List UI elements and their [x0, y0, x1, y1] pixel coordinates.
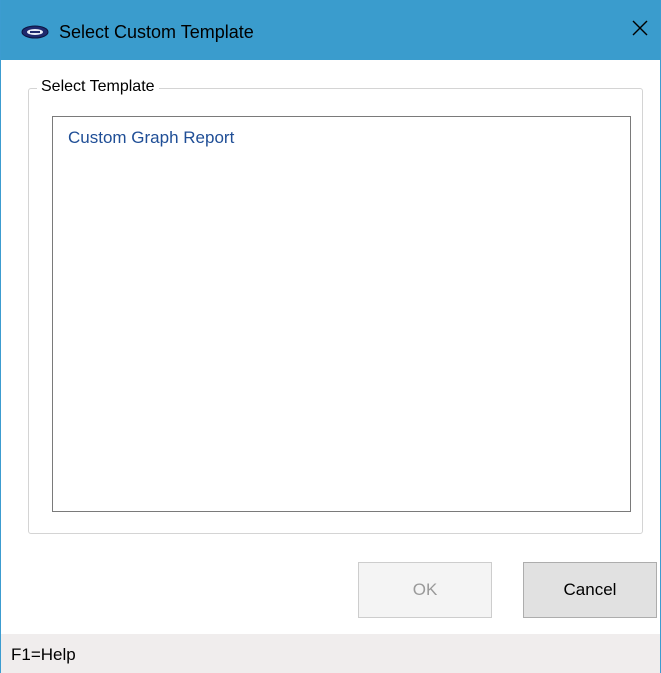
- group-legend: Select Template: [37, 76, 159, 98]
- title-bar[interactable]: Select Custom Template: [1, 0, 660, 60]
- dialog-window: Select Custom Template Select Template C…: [0, 0, 661, 673]
- ok-button[interactable]: OK: [358, 562, 492, 618]
- list-item[interactable]: Custom Graph Report: [68, 127, 234, 149]
- status-bar: F1=Help: [1, 634, 660, 673]
- window-title: Select Custom Template: [59, 22, 254, 42]
- app-logo-icon: [21, 25, 49, 39]
- help-hint: F1=Help: [11, 645, 76, 664]
- template-listbox[interactable]: Custom Graph Report: [52, 116, 631, 512]
- close-icon: [632, 20, 648, 41]
- close-button[interactable]: [620, 0, 660, 60]
- cancel-button[interactable]: Cancel: [523, 562, 657, 618]
